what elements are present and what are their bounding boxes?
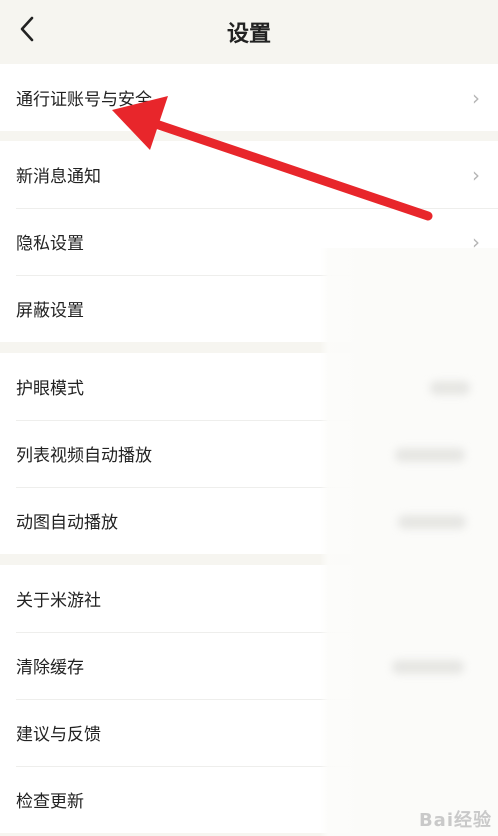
settings-item-label: 动图自动播放	[16, 513, 118, 533]
settings-item-account-security[interactable]: 通行证账号与安全 ›	[0, 64, 498, 131]
settings-item-label: 新消息通知	[16, 167, 101, 187]
settings-item-privacy[interactable]: 隐私设置 ›	[0, 208, 498, 275]
settings-group-display: 护眼模式 列表视频自动播放 动图自动播放	[0, 353, 498, 554]
watermark-logo: Bai经验	[418, 810, 492, 831]
chevron-right-icon: ›	[472, 162, 480, 187]
settings-item-label: 隐私设置	[16, 234, 84, 254]
page-title: 设置	[226, 22, 271, 47]
settings-item-label: 屏蔽设置	[16, 301, 84, 321]
settings-item-notifications[interactable]: 新消息通知 ›	[0, 141, 498, 208]
settings-item-eye-care[interactable]: 护眼模式	[0, 353, 498, 420]
settings-item-label: 检查更新	[16, 792, 84, 812]
settings-group-privacy: 新消息通知 › 隐私设置 › 屏蔽设置	[0, 141, 498, 342]
settings-group-account: 通行证账号与安全 ›	[0, 64, 498, 131]
settings-item-label: 列表视频自动播放	[16, 446, 152, 466]
settings-group-about: 关于米游社 清除缓存 建议与反馈 检查更新	[0, 565, 498, 833]
settings-item-clear-cache[interactable]: 清除缓存	[0, 632, 498, 699]
settings-item-label: 通行证账号与安全	[16, 90, 152, 110]
settings-item-about[interactable]: 关于米游社	[0, 565, 498, 632]
settings-item-label: 护眼模式	[16, 379, 84, 399]
header-bar: 设置	[0, 0, 498, 64]
settings-item-label: 清除缓存	[16, 658, 84, 678]
settings-item-label: 关于米游社	[16, 591, 101, 611]
chevron-right-icon: ›	[472, 229, 480, 254]
chevron-right-icon: ›	[472, 85, 480, 110]
settings-item-video-autoplay[interactable]: 列表视频自动播放	[0, 420, 498, 487]
settings-item-label: 建议与反馈	[16, 725, 101, 745]
settings-item-gif-autoplay[interactable]: 动图自动播放	[0, 487, 498, 554]
settings-item-block[interactable]: 屏蔽设置	[0, 275, 498, 342]
settings-item-feedback[interactable]: 建议与反馈	[0, 699, 498, 766]
